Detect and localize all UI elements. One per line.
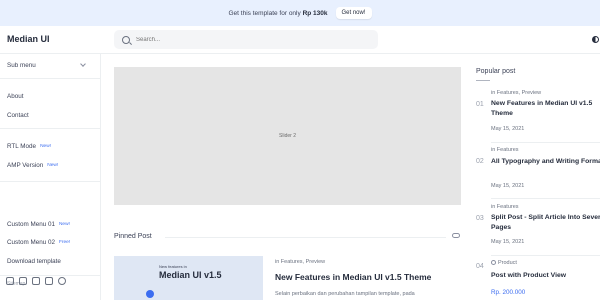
post-title[interactable]: Split Post - Split Article Into Several … xyxy=(491,213,600,232)
social-icons-row xyxy=(6,277,66,285)
whatsapp-icon[interactable] xyxy=(58,277,66,285)
new-badge: New! xyxy=(58,222,70,227)
divider xyxy=(491,142,600,143)
thumb-label: New features in xyxy=(159,264,187,269)
divider xyxy=(165,237,446,238)
popular-post-item[interactable]: 04 Product Post with Product View Rp. 20… xyxy=(476,260,600,300)
hero-slider[interactable]: Slider 2 xyxy=(114,67,461,205)
pinned-post-thumbnail[interactable]: New features in Median UI v1.5 xyxy=(114,256,263,300)
sidebar-submenu[interactable]: Sub menu xyxy=(7,62,36,69)
promo-banner: Get this template for only Rp 130k Get n… xyxy=(0,0,600,26)
post-date: May 15, 2021 xyxy=(491,239,525,245)
divider xyxy=(0,78,101,79)
linkedin-icon[interactable] xyxy=(45,277,53,285)
sidebar-item-rtl-mode[interactable]: RTL Mode New! xyxy=(7,143,51,150)
promo-price: Rp 130k xyxy=(302,9,328,17)
post-number: 01 xyxy=(476,101,484,108)
logo-dot-icon xyxy=(146,290,154,298)
search-input[interactable] xyxy=(136,36,336,43)
popular-post-item[interactable]: 01 in Features, Preview New Features in … xyxy=(476,90,600,146)
pinned-post-snippet: Selain perbaikan dan perubahan tampilan … xyxy=(275,291,415,297)
facebook-icon[interactable] xyxy=(19,277,27,285)
new-badge: New! xyxy=(47,163,59,168)
post-category[interactable]: in Features xyxy=(491,204,519,210)
sidebar-item-about[interactable]: About xyxy=(7,93,23,100)
popular-post-item[interactable]: 02 in Features All Typography and Writin… xyxy=(476,147,600,203)
heading-underline xyxy=(476,80,490,81)
site-logo[interactable]: Median UI xyxy=(7,34,50,44)
popular-post-item[interactable]: 03 in Features Split Post - Split Articl… xyxy=(476,204,600,260)
sidebar-item-contact[interactable]: Contact xyxy=(7,112,29,119)
sidebar-item-custom-menu-01[interactable]: Custom Menu 01 New! xyxy=(7,221,70,228)
post-price: Rp. 200.000 xyxy=(491,289,526,296)
youtube-icon[interactable] xyxy=(32,277,40,285)
sidebar-item-download-template[interactable]: Download template xyxy=(7,258,61,265)
pinned-post-category[interactable]: in Features, Preview xyxy=(275,259,325,265)
post-category[interactable]: Product xyxy=(491,260,517,266)
sidebar: Sub menu About Contact RTL Mode New! AMP… xyxy=(0,54,101,300)
search-icon xyxy=(122,35,130,44)
divider xyxy=(0,275,101,276)
header: Median UI xyxy=(0,26,600,54)
popular-post-heading: Popular post xyxy=(476,68,516,75)
get-now-button[interactable]: Get now! xyxy=(335,7,372,19)
slider-label: Slider 2 xyxy=(279,133,296,139)
search-bar[interactable] xyxy=(114,30,378,49)
post-category[interactable]: in Features xyxy=(491,147,519,153)
new-badge: New! xyxy=(40,144,51,149)
pinned-post-title[interactable]: New Features in Median UI v1.5 Theme xyxy=(275,272,431,282)
divider xyxy=(0,128,101,129)
post-title[interactable]: All Typography and Writing Formats xyxy=(491,157,600,167)
product-icon xyxy=(491,260,496,266)
dark-mode-toggle-icon[interactable] xyxy=(592,36,599,43)
post-number: 02 xyxy=(476,158,484,165)
pinned-post-heading: Pinned Post xyxy=(114,233,152,240)
instagram-icon[interactable] xyxy=(6,277,14,285)
divider xyxy=(491,198,600,199)
post-date: May 15, 2021 xyxy=(491,183,525,189)
free-badge: Free! xyxy=(58,240,71,245)
promo-text: Get this template for only Rp 130k xyxy=(228,9,328,17)
post-title[interactable]: New Features in Median UI v1.5 Theme xyxy=(491,99,600,118)
divider xyxy=(0,181,101,182)
divider xyxy=(491,255,600,256)
sidebar-item-amp-version[interactable]: AMP Version New! xyxy=(7,162,58,169)
post-title[interactable]: Post with Product View xyxy=(491,271,600,281)
link-icon[interactable] xyxy=(452,233,460,238)
post-number: 03 xyxy=(476,215,484,222)
post-number: 04 xyxy=(476,263,484,270)
sidebar-item-custom-menu-02[interactable]: Custom Menu 02 Free! xyxy=(7,239,70,246)
post-category[interactable]: in Features, Preview xyxy=(491,90,541,96)
chevron-down-icon[interactable] xyxy=(80,61,86,67)
post-date: May 15, 2021 xyxy=(491,126,525,132)
thumb-title: Median UI v1.5 xyxy=(159,270,222,280)
